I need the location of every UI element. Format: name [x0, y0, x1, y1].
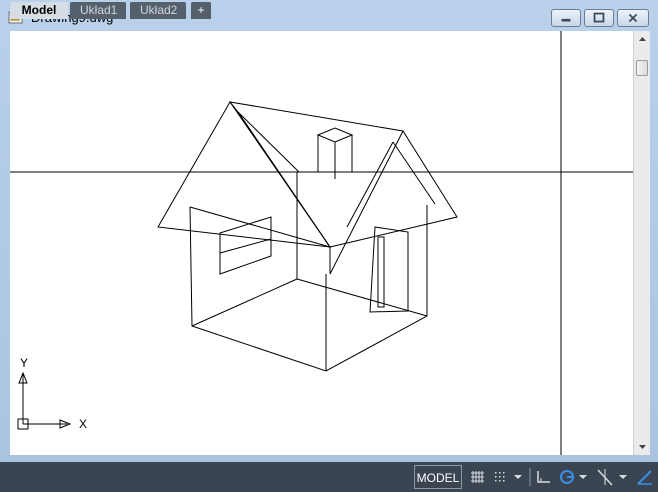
vertical-scrollbar[interactable]: [633, 31, 650, 455]
maximize-button[interactable]: [584, 9, 614, 27]
scroll-up-arrow-icon[interactable]: [634, 31, 651, 48]
snap-mode-icon[interactable]: [490, 465, 512, 489]
tab-uklad1[interactable]: Układ1: [70, 2, 126, 19]
scroll-down-arrow-icon[interactable]: [634, 438, 651, 455]
maximize-icon: [593, 12, 605, 23]
add-layout-button[interactable]: +: [191, 2, 211, 19]
ucs-axis-icon: [17, 371, 72, 430]
ucs-x-label: X: [79, 417, 87, 431]
drawing-window: Drawing9.dwg: [0, 0, 658, 492]
grid-display-icon[interactable]: [467, 465, 489, 489]
close-button[interactable]: [617, 9, 649, 27]
close-icon: [628, 13, 638, 23]
polar-tracking-icon[interactable]: [556, 465, 578, 489]
status-divider: [529, 468, 531, 486]
tab-model[interactable]: Model: [10, 2, 68, 19]
house-wireframe-drawing: Y X: [10, 31, 633, 455]
minimize-button[interactable]: [551, 9, 581, 27]
dropdown-chevron-icon[interactable]: [576, 465, 590, 489]
model-space-button[interactable]: MODEL: [414, 465, 462, 489]
drawing-canvas[interactable]: Y X: [10, 31, 633, 455]
dropdown-chevron-icon[interactable]: [616, 465, 630, 489]
isodraft-icon[interactable]: [594, 465, 616, 489]
ortho-mode-icon[interactable]: [533, 465, 555, 489]
object-snap-tracking-icon[interactable]: [634, 465, 656, 489]
dropdown-chevron-icon[interactable]: [511, 465, 525, 489]
minimize-icon: [561, 18, 571, 22]
scrollbar-thumb[interactable]: [636, 60, 648, 76]
tab-uklad2[interactable]: Układ2: [130, 2, 186, 19]
ucs-y-label: Y: [20, 356, 28, 370]
